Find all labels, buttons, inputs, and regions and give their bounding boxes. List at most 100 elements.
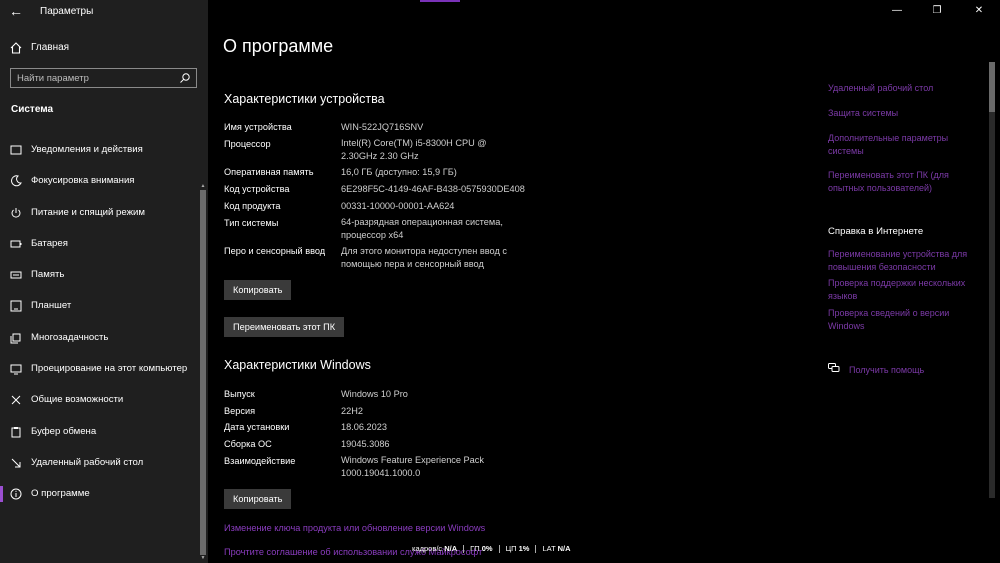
spec-value: 6E298F5C-4149-46AF-B438-0575930DE408: [341, 184, 525, 194]
power-icon: [11, 207, 21, 218]
battery-icon: [10, 240, 22, 248]
sidebar-item-label: Память: [31, 269, 65, 281]
sidebar-item-battery[interactable]: Батарея: [0, 233, 200, 264]
sidebar-item-label: Удаленный рабочий стол: [31, 456, 144, 468]
scroll-up-arrow[interactable]: ▲: [200, 183, 206, 189]
spec-value: 18.06.2023: [341, 422, 387, 432]
sidebar-item-focus[interactable]: Фокусировка внимания: [0, 170, 200, 201]
spec-value: 00331-10000-00001-AA624: [341, 201, 455, 211]
sidebar-item-clipboard[interactable]: Буфер обмена: [0, 421, 200, 452]
sidebar-item-multitasking[interactable]: Многозадачность: [0, 327, 200, 358]
storage-icon: [10, 271, 22, 279]
scroll-down-arrow[interactable]: ▼: [200, 555, 206, 561]
scrollbar-thumb[interactable]: [989, 62, 995, 112]
sidebar-item-label: О программе: [31, 488, 90, 500]
title-bar: ← Параметры: [0, 0, 208, 24]
sidebar-item-label: Буфер обмена: [31, 425, 97, 437]
online-help-heading: Справка в Интернете: [828, 226, 924, 237]
sidebar-item-label: Фокусировка внимания: [31, 175, 135, 187]
help-link-windows-version[interactable]: Проверка сведений о версии Windows: [828, 307, 978, 332]
sidebar-item-notifications[interactable]: Уведомления и действия: [0, 139, 200, 170]
get-help-link[interactable]: Получить помощь: [849, 364, 999, 377]
sidebar-item-about[interactable]: О программе: [0, 483, 200, 514]
sidebar-item-storage[interactable]: Память: [0, 264, 200, 295]
section-title: Система: [11, 104, 54, 115]
sidebar-item-label: Планшет: [31, 300, 72, 312]
notification-icon: [10, 145, 22, 155]
info-icon: [10, 488, 22, 500]
performance-overlay: кадров/с N/A ГП 0% ЦП 1% LAT N/A: [412, 544, 577, 558]
sidebar-item-label: Батарея: [31, 237, 68, 249]
spec-value: Intel(R) Core(TM) i5-8300H CPU @ 2.30GHz…: [341, 138, 487, 161]
maximize-button[interactable]: ❐: [930, 4, 944, 18]
main-scrollbar[interactable]: [989, 62, 995, 498]
nav-list: Уведомления и действия Фокусировка внима…: [0, 139, 200, 515]
help-link-rename-security[interactable]: Переименование устройства для повышения …: [828, 248, 978, 273]
sidebar-item-label: Многозадачность: [31, 331, 109, 343]
search-box[interactable]: [10, 68, 197, 88]
fps-label: кадров/с: [412, 544, 443, 553]
sidebar-item-tablet[interactable]: Планшет: [0, 295, 200, 326]
cpu-value: 1%: [518, 544, 530, 553]
windows-specs-heading: Характеристики Windows: [224, 358, 371, 372]
fps-value: N/A: [444, 544, 458, 553]
related-link-system-protection[interactable]: Защита системы: [828, 107, 978, 120]
main-content: — ❐ ✕ О программе Характеристики устройс…: [208, 0, 1000, 563]
change-product-key-link[interactable]: Изменение ключа продукта или обновление …: [224, 523, 485, 533]
spec-value: 19045.3086: [341, 439, 390, 449]
nav-home[interactable]: Главная: [0, 37, 208, 59]
spec-label: Процессор: [224, 139, 271, 149]
projection-icon: [10, 364, 22, 375]
search-icon[interactable]: [179, 72, 191, 84]
spec-label: Дата установки: [224, 422, 290, 432]
sidebar-item-label: Уведомления и действия: [31, 144, 143, 155]
spec-label: Код продукта: [224, 201, 281, 211]
clipboard-icon: [11, 426, 21, 438]
back-button[interactable]: ←: [6, 2, 26, 20]
gpu-label: ГП: [470, 544, 480, 553]
moon-icon: [11, 175, 22, 187]
remote-icon: [11, 458, 21, 468]
sidebar-item-label: Общие возможности: [31, 394, 124, 406]
spec-label: Перо и сенсорный ввод: [224, 246, 326, 256]
spec-label: Тип системы: [224, 218, 279, 228]
sidebar-item-remote[interactable]: Удаленный рабочий стол: [0, 452, 200, 483]
sidebar-item-power[interactable]: Питание и спящий режим: [0, 202, 200, 233]
copy-windows-specs-button[interactable]: Копировать: [224, 489, 292, 509]
app-title: Параметры: [40, 6, 94, 17]
lat-label: LAT: [542, 544, 556, 553]
nav-home-label: Главная: [31, 42, 70, 53]
spec-value: 22H2: [341, 406, 363, 416]
sidebar-item-shared[interactable]: Общие возможности: [0, 389, 200, 420]
copy-device-specs-button[interactable]: Копировать: [224, 280, 292, 300]
sidebar-item-label: Проецирование на этот компьютер: [31, 363, 188, 375]
spec-label: Код устройства: [224, 184, 290, 194]
sidebar-item-projection[interactable]: Проецирование на этот компьютер: [0, 358, 200, 389]
spec-value: 16,0 ГБ (доступно: 15,9 ГБ): [341, 167, 457, 177]
spec-label: Имя устройства: [224, 122, 292, 132]
multitask-icon: [10, 333, 21, 344]
gpu-value: 0%: [481, 544, 493, 553]
related-link-remote-desktop[interactable]: Удаленный рабочий стол: [828, 82, 978, 95]
spec-value: 64-разрядная операционная система, проце…: [341, 217, 503, 240]
spec-value: Для этого монитора недоступен ввод с пом…: [341, 246, 507, 269]
spec-value: Windows 10 Pro: [341, 389, 408, 399]
minimize-button[interactable]: —: [890, 4, 904, 18]
cpu-label: ЦП: [505, 544, 517, 553]
close-button[interactable]: ✕: [972, 4, 986, 18]
spec-value: WIN-522JQ716SNV: [341, 122, 424, 132]
spec-label: Оперативная память: [224, 167, 314, 177]
spec-label: Сборка ОС: [224, 439, 272, 449]
rename-pc-button[interactable]: Переименовать этот ПК: [224, 317, 345, 337]
spec-label: Взаимодействие: [224, 456, 296, 466]
page-title: О программе: [223, 36, 334, 56]
accent-sliver: [420, 0, 460, 2]
sidebar-item-label: Питание и спящий режим: [31, 206, 145, 218]
device-specs-heading: Характеристики устройства: [224, 92, 385, 106]
search-input[interactable]: [17, 71, 177, 85]
help-link-languages[interactable]: Проверка поддержки нескольких языков: [828, 277, 978, 302]
spec-value: Windows Feature Experience Pack 1000.190…: [341, 455, 484, 478]
sidebar-scrollbar[interactable]: [200, 190, 206, 555]
related-link-advanced-settings[interactable]: Дополнительные параметры системы: [828, 132, 978, 157]
related-link-rename-pc-advanced[interactable]: Переименовать этот ПК (для опытных польз…: [828, 169, 978, 194]
